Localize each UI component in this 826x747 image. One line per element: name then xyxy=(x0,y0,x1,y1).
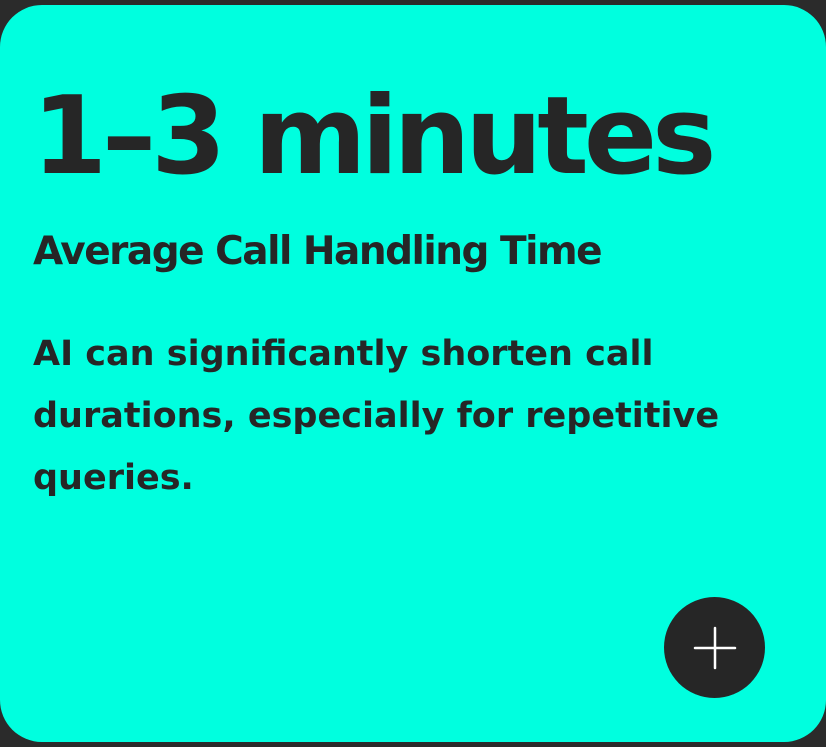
stat-description: AI can significantly shorten call durati… xyxy=(33,334,720,498)
stat-card: 1–3 minutes Average Call Handling Time A… xyxy=(0,5,826,742)
stat-title: Average Call Handling Time xyxy=(33,229,603,274)
page-background: 1–3 minutes Average Call Handling Time A… xyxy=(0,0,826,747)
stat-value: 1–3 minutes xyxy=(32,74,716,199)
plus-icon xyxy=(693,626,736,669)
expand-button[interactable] xyxy=(664,597,765,698)
